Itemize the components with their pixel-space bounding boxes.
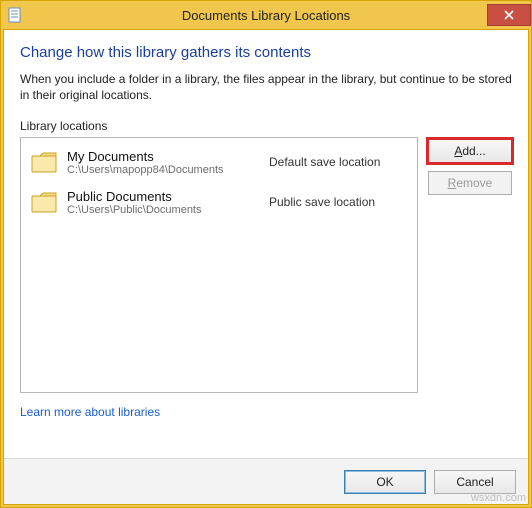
close-button[interactable] <box>487 4 531 26</box>
location-status: Public save location <box>269 195 409 209</box>
location-item[interactable]: Public Documents C:\Users\Public\Documen… <box>21 182 417 222</box>
dialog-window: Documents Library Locations Change how t… <box>0 0 532 508</box>
folder-icon <box>29 188 61 216</box>
app-icon <box>7 7 23 23</box>
side-button-group: Add... Remove <box>428 137 512 195</box>
location-name: Public Documents <box>67 189 269 204</box>
client-area: Change how this library gathers its cont… <box>3 29 529 505</box>
locations-list[interactable]: My Documents C:\Users\mapopp84\Documents… <box>20 137 418 393</box>
location-path: C:\Users\Public\Documents <box>67 204 269 216</box>
location-status: Default save location <box>269 155 409 169</box>
add-button[interactable]: Add... <box>428 139 512 163</box>
locations-row: My Documents C:\Users\mapopp84\Documents… <box>20 137 512 393</box>
page-description: When you include a folder in a library, … <box>20 71 512 103</box>
remove-button: Remove <box>428 171 512 195</box>
remove-button-label: Remove <box>448 176 493 190</box>
location-path: C:\Users\mapopp84\Documents <box>67 164 269 176</box>
page-heading: Change how this library gathers its cont… <box>20 44 512 61</box>
window-title: Documents Library Locations <box>1 8 531 23</box>
section-label: Library locations <box>20 119 512 133</box>
dialog-footer: OK Cancel <box>4 458 528 504</box>
watermark: wsxdn.com <box>471 492 526 504</box>
location-text: My Documents C:\Users\mapopp84\Documents <box>67 149 269 176</box>
location-name: My Documents <box>67 149 269 164</box>
folder-icon <box>29 148 61 176</box>
cancel-button[interactable]: Cancel <box>434 470 516 494</box>
ok-button[interactable]: OK <box>344 470 426 494</box>
titlebar: Documents Library Locations <box>1 1 531 29</box>
add-button-label: Add... <box>454 144 485 158</box>
location-text: Public Documents C:\Users\Public\Documen… <box>67 189 269 216</box>
location-item[interactable]: My Documents C:\Users\mapopp84\Documents… <box>21 142 417 182</box>
content-area: Change how this library gathers its cont… <box>4 30 528 458</box>
learn-more-link[interactable]: Learn more about libraries <box>20 405 512 419</box>
